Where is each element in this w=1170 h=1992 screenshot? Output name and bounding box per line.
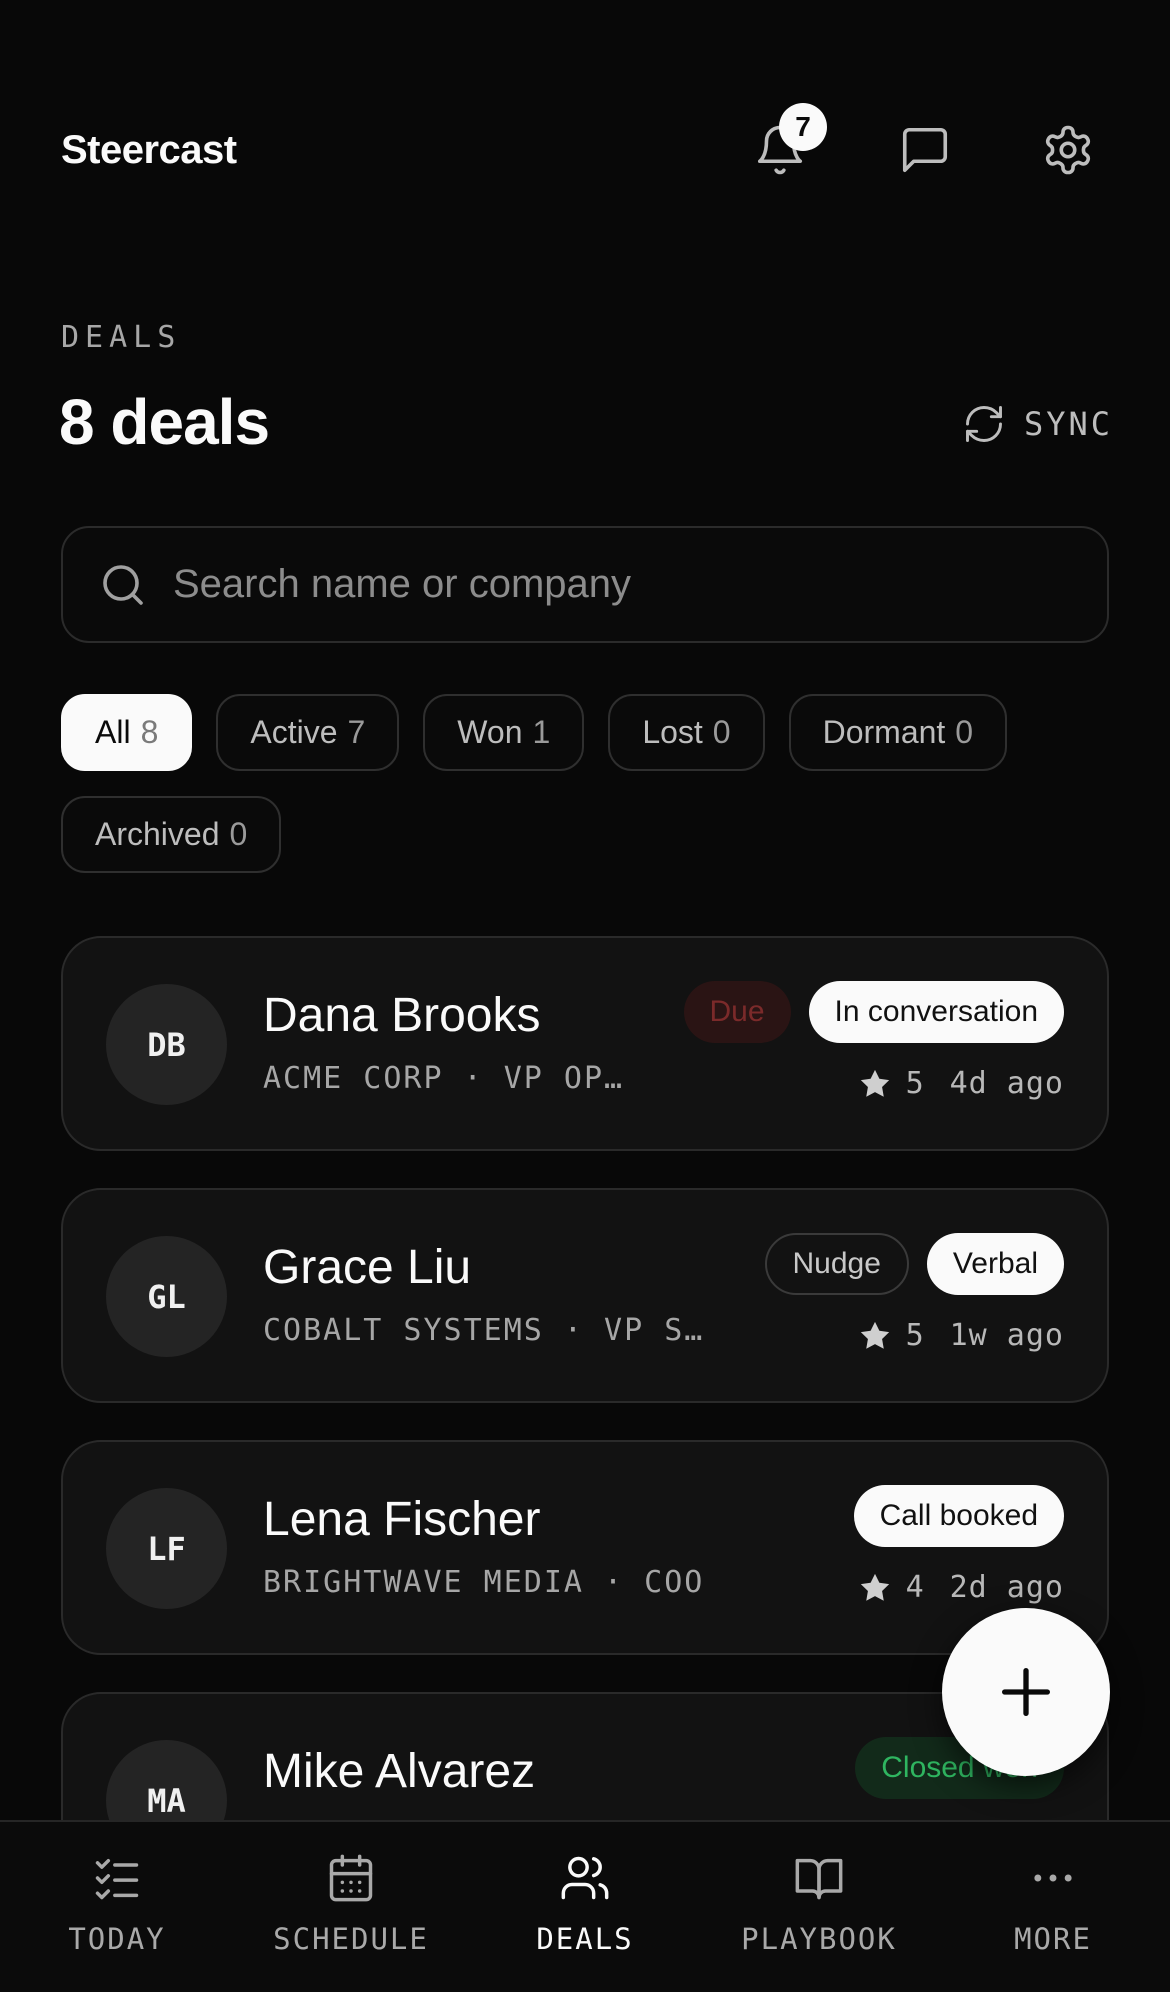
calendar-icon (329, 1854, 373, 1902)
deal-age: 2d ago (949, 1570, 1064, 1605)
avatar: GL (106, 1236, 227, 1357)
search-bar[interactable] (61, 526, 1109, 643)
chip-count: 0 (955, 714, 974, 750)
deal-age: 1w ago (949, 1318, 1064, 1353)
section-label: DEALS (61, 320, 182, 355)
deal-card[interactable]: DB Dana Brooks ACME CORP · VP OPE… Due I… (61, 936, 1109, 1151)
tab-label: DEALS (536, 1922, 634, 1956)
deal-rating: 4 (905, 1570, 924, 1605)
gear-icon (1045, 125, 1091, 175)
star-icon (860, 1321, 889, 1349)
checklist-icon (95, 1858, 139, 1900)
chip-count: 1 (532, 714, 551, 750)
chip-count: 8 (140, 714, 159, 750)
filter-chip-dormant[interactable]: Dormant 0 (788, 694, 1008, 771)
deal-rating: 5 (905, 1318, 924, 1353)
chip-label: Active (250, 714, 338, 750)
star-icon (860, 1069, 889, 1097)
tab-label: PLAYBOOK (741, 1922, 897, 1956)
sync-label: SYNC (1024, 405, 1114, 443)
chip-count: 0 (712, 714, 731, 750)
status-badge: Due (683, 981, 791, 1043)
chip-count: 0 (229, 816, 248, 852)
deal-card[interactable]: LF Lena Fischer BRIGHTWAVE MEDIA · COO C… (61, 1440, 1109, 1655)
nudge-badge[interactable]: Nudge (764, 1233, 909, 1295)
deal-name: Lena Fischer (263, 1493, 541, 1546)
tab-more[interactable]: MORE (936, 1822, 1170, 1992)
refresh-icon (966, 406, 1002, 442)
chip-label: Lost (642, 714, 703, 750)
deal-meta: 5 1w ago (858, 1318, 1064, 1353)
stage-badge: In conversation (808, 981, 1064, 1043)
sync-button[interactable]: SYNC (962, 402, 1113, 446)
add-deal-button[interactable] (942, 1608, 1110, 1776)
tab-label: MORE (1014, 1922, 1092, 1956)
more-icon (1034, 1874, 1072, 1882)
chip-count: 7 (347, 714, 366, 750)
avatar: DB (106, 984, 227, 1105)
deal-meta: 4 2d ago (858, 1570, 1064, 1605)
filter-chip-won[interactable]: Won 1 (423, 694, 585, 771)
deal-name: Mike Alvarez (263, 1745, 536, 1798)
messages-button[interactable] (890, 115, 960, 185)
tab-schedule[interactable]: SCHEDULE (234, 1822, 468, 1992)
app-header: Steercast 7 (0, 0, 1170, 300)
page-title: 8 deals (59, 386, 270, 458)
deal-age: 4d ago (949, 1066, 1064, 1101)
deal-name: Dana Brooks (263, 989, 541, 1042)
search-icon (103, 564, 143, 605)
deal-subtitle: BRIGHTWAVE MEDIA · COO (263, 1565, 705, 1600)
app-brand: Steercast (61, 128, 237, 172)
tab-today[interactable]: TODAY (0, 1822, 234, 1992)
star-icon (860, 1573, 889, 1601)
deal-meta: 5 4d ago (858, 1066, 1064, 1101)
filter-chips: All 8 Active 7 Won 1 Lost 0 Dormant 0 Ar… (61, 694, 1121, 873)
deal-card[interactable]: GL Grace Liu COBALT SYSTEMS · VP SA… Nud… (61, 1188, 1109, 1403)
avatar: MA (106, 1740, 227, 1820)
deal-name: Grace Liu (263, 1241, 472, 1294)
filter-chip-all[interactable]: All 8 (61, 694, 193, 771)
filter-chip-archived[interactable]: Archived 0 (61, 796, 282, 873)
avatar: LF (106, 1488, 227, 1609)
search-input[interactable] (173, 562, 1023, 607)
deal-subtitle: ACME CORP · VP OPE… (263, 1061, 633, 1096)
deal-subtitle: COBALT SYSTEMS · VP SA… (263, 1313, 713, 1348)
filter-chip-active[interactable]: Active 7 (216, 694, 400, 771)
deal-rating: 5 (905, 1066, 924, 1101)
stage-badge: Call booked (853, 1485, 1064, 1547)
tab-label: TODAY (68, 1922, 166, 1956)
notification-badge: 7 (779, 103, 827, 151)
chip-label: All (95, 714, 131, 750)
plus-icon (1002, 1668, 1050, 1716)
chat-icon (902, 127, 948, 173)
chip-label: Won (457, 714, 523, 750)
tab-deals[interactable]: DEALS (468, 1822, 702, 1992)
filter-chip-lost[interactable]: Lost 0 (608, 694, 765, 771)
settings-button[interactable] (1033, 115, 1103, 185)
stage-badge: Verbal (926, 1233, 1064, 1295)
chip-label: Archived (95, 816, 220, 852)
users-icon (561, 1856, 609, 1900)
tab-playbook[interactable]: PLAYBOOK (702, 1822, 936, 1992)
tab-label: SCHEDULE (273, 1922, 429, 1956)
chip-label: Dormant (822, 714, 946, 750)
bottom-tab-bar: TODAY SCHEDULE DEALS PLAYBOOK MORE (0, 1820, 1170, 1992)
book-icon (795, 1858, 843, 1900)
